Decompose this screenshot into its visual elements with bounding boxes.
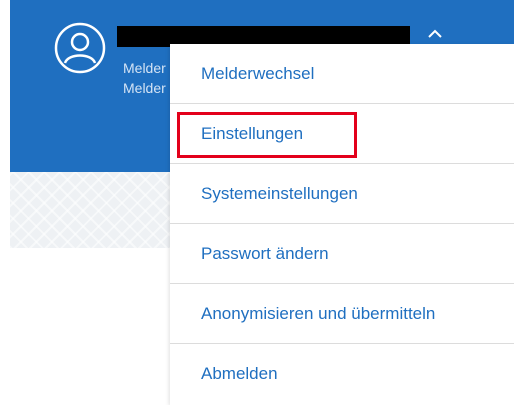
menu-item-anonymisieren[interactable]: Anonymisieren und übermitteln: [170, 284, 514, 344]
user-meta-line-1: Melder: [123, 60, 166, 76]
menu-item-melderwechsel[interactable]: Melderwechsel: [170, 44, 514, 104]
highlight-annotation-box: [177, 112, 357, 158]
chevron-up-icon[interactable]: [424, 25, 446, 43]
user-dropdown-menu: Melderwechsel Einstellungen Systemeinste…: [170, 44, 514, 405]
user-meta-line-2: Melder: [123, 80, 166, 96]
menu-item-passwort-aendern[interactable]: Passwort ändern: [170, 224, 514, 284]
menu-item-abmelden[interactable]: Abmelden: [170, 344, 514, 404]
menu-item-systemeinstellungen[interactable]: Systemeinstellungen: [170, 164, 514, 224]
user-avatar-icon[interactable]: [54, 22, 106, 74]
